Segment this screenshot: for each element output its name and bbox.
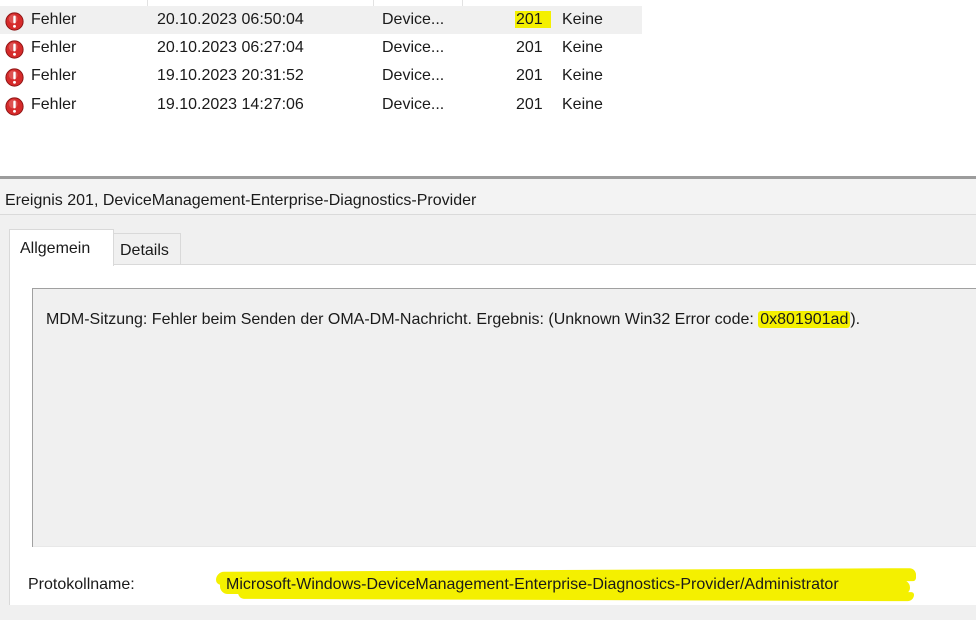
event-row[interactable]: Fehler 19.10.2023 14:27:06 Device... 201…: [0, 91, 642, 119]
event-level: Fehler: [31, 39, 77, 56]
detail-title: Ereignis 201, DeviceManagement-Enterpris…: [5, 192, 477, 209]
event-datetime: 20.10.2023 06:27:04: [157, 39, 304, 56]
event-datetime: 19.10.2023 20:31:52: [157, 67, 304, 84]
event-row[interactable]: Fehler 19.10.2023 20:31:52 Device... 201…: [0, 62, 642, 90]
event-message-suffix: ).: [850, 311, 861, 328]
event-message-text: MDM-Sitzung: Fehler beim Senden der OMA-…: [46, 311, 759, 328]
event-datetime: 19.10.2023 14:27:06: [157, 96, 304, 113]
log-name-field[interactable]: Microsoft-Windows-DeviceManagement-Enter…: [215, 567, 920, 603]
event-list: Fehler 20.10.2023 06:50:04 Device... 201…: [0, 0, 642, 122]
event-detail-pane: Ereignis 201, DeviceManagement-Enterpris…: [0, 176, 976, 620]
event-task-category: Keine: [562, 96, 603, 113]
event-message: MDM-Sitzung: Fehler beim Senden der OMA-…: [46, 309, 860, 331]
event-level: Fehler: [31, 11, 77, 28]
error-icon: [5, 12, 24, 31]
tab-general[interactable]: Allgemein: [9, 229, 114, 266]
error-icon: [5, 68, 24, 87]
event-id: 201: [516, 96, 543, 113]
event-id: 201: [516, 39, 543, 56]
event-id: 201: [516, 67, 543, 84]
tab-details-label: Details: [120, 242, 169, 259]
event-level: Fehler: [31, 96, 77, 113]
event-level: Fehler: [31, 67, 77, 84]
error-code-highlight: 0x801901ad: [758, 311, 851, 328]
event-source: Device...: [382, 39, 445, 56]
event-row-selected[interactable]: Fehler 20.10.2023 06:50:04 Device... 201…: [0, 6, 642, 34]
event-task-category: Keine: [562, 67, 603, 84]
tab-general-label: Allgemein: [20, 240, 91, 257]
event-source: Device...: [382, 67, 445, 84]
error-icon: [5, 40, 24, 59]
error-icon: [5, 97, 24, 116]
event-source: Device...: [382, 11, 445, 28]
event-id-highlight: 201: [515, 11, 551, 28]
event-row[interactable]: Fehler 20.10.2023 06:27:04 Device... 201…: [0, 34, 642, 62]
tab-general-content: MDM-Sitzung: Fehler beim Senden der OMA-…: [9, 264, 976, 605]
event-task-category: Keine: [562, 39, 603, 56]
log-name-label: Protokollname:: [28, 576, 135, 593]
tab-details[interactable]: Details: [112, 233, 181, 265]
detail-header: Ereignis 201, DeviceManagement-Enterpris…: [0, 179, 976, 215]
event-datetime: 20.10.2023 06:50:04: [157, 11, 304, 28]
event-message-box[interactable]: MDM-Sitzung: Fehler beim Senden der OMA-…: [32, 288, 976, 547]
message-box-edge: [33, 546, 976, 547]
event-id: 201: [515, 6, 551, 34]
event-source: Device...: [382, 96, 445, 113]
log-name-value: Microsoft-Windows-DeviceManagement-Enter…: [226, 576, 839, 593]
event-task-category: Keine: [562, 11, 603, 28]
